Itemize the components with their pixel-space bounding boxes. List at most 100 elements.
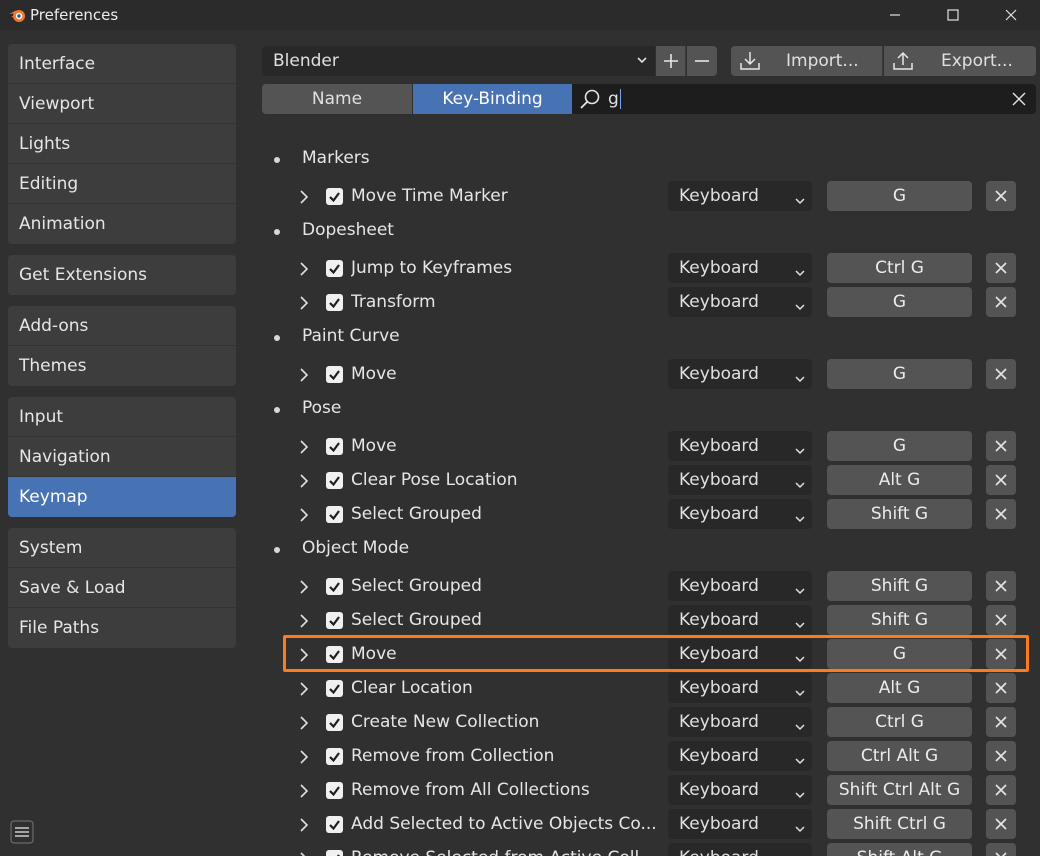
expand-item-button[interactable]: [296, 507, 312, 523]
key-binding-button[interactable]: Shift Ctrl G: [827, 809, 972, 839]
item-enabled-checkbox[interactable]: [326, 366, 343, 383]
expand-item-button[interactable]: [296, 367, 312, 383]
sidebar-item-lights[interactable]: Lights: [8, 124, 236, 164]
remove-item-button[interactable]: [986, 809, 1016, 839]
sidebar-item-editing[interactable]: Editing: [8, 164, 236, 204]
remove-item-button[interactable]: [986, 181, 1016, 211]
input-device-select[interactable]: Keyboard: [668, 253, 812, 283]
sidebar-item-input[interactable]: Input: [8, 397, 236, 437]
item-enabled-checkbox[interactable]: [326, 188, 343, 205]
item-enabled-checkbox[interactable]: [326, 506, 343, 523]
close-window-button[interactable]: [982, 0, 1040, 30]
expand-item-button[interactable]: [296, 473, 312, 489]
expand-item-button[interactable]: [296, 715, 312, 731]
remove-item-button[interactable]: [986, 499, 1016, 529]
input-device-select[interactable]: Keyboard: [668, 431, 812, 461]
input-device-select[interactable]: Keyboard: [668, 181, 812, 211]
item-enabled-checkbox[interactable]: [326, 438, 343, 455]
input-device-select[interactable]: Keyboard: [668, 499, 812, 529]
key-binding-button[interactable]: Ctrl G: [827, 707, 972, 737]
remove-item-button[interactable]: [986, 673, 1016, 703]
sidebar-item-themes[interactable]: Themes: [8, 346, 236, 386]
item-enabled-checkbox[interactable]: [326, 816, 343, 833]
item-enabled-checkbox[interactable]: [326, 782, 343, 799]
key-binding-button[interactable]: Ctrl Alt G: [827, 741, 972, 771]
expand-item-button[interactable]: [296, 295, 312, 311]
expand-item-button[interactable]: [296, 817, 312, 833]
key-binding-button[interactable]: Shift G: [827, 499, 972, 529]
key-binding-button[interactable]: G: [827, 181, 972, 211]
item-enabled-checkbox[interactable]: [326, 260, 343, 277]
input-device-select[interactable]: Keyboard: [668, 707, 812, 737]
expand-item-button[interactable]: [296, 749, 312, 765]
remove-item-button[interactable]: [986, 775, 1016, 805]
expand-item-button[interactable]: [296, 261, 312, 277]
sidebar-item-interface[interactable]: Interface: [8, 44, 236, 84]
item-enabled-checkbox[interactable]: [326, 748, 343, 765]
import-button[interactable]: Import...: [731, 46, 883, 76]
item-enabled-checkbox[interactable]: [326, 612, 343, 629]
key-binding-button[interactable]: G: [827, 639, 972, 669]
remove-item-button[interactable]: [986, 287, 1016, 317]
key-binding-button[interactable]: Alt G: [827, 465, 972, 495]
sidebar-item-save-load[interactable]: Save & Load: [8, 568, 236, 608]
remove-item-button[interactable]: [986, 431, 1016, 461]
add-preset-button[interactable]: [656, 46, 686, 76]
key-binding-button[interactable]: Shift G: [827, 605, 972, 635]
remove-item-button[interactable]: [986, 465, 1016, 495]
preferences-menu-button[interactable]: [10, 820, 34, 844]
sidebar-item-navigation[interactable]: Navigation: [8, 437, 236, 477]
input-device-select[interactable]: Keyboard: [668, 359, 812, 389]
remove-item-button[interactable]: [986, 741, 1016, 771]
expand-item-button[interactable]: [296, 439, 312, 455]
expand-item-button[interactable]: [296, 851, 312, 856]
clear-search-button[interactable]: [1010, 90, 1028, 113]
key-binding-button[interactable]: Shift Alt G: [827, 843, 972, 856]
remove-item-button[interactable]: [986, 605, 1016, 635]
remove-item-button[interactable]: [986, 707, 1016, 737]
search-mode-name-tab[interactable]: Name: [262, 84, 412, 114]
key-binding-button[interactable]: Shift G: [827, 571, 972, 601]
input-device-select[interactable]: Keyboard: [668, 673, 812, 703]
input-device-select[interactable]: Keyboard: [668, 605, 812, 635]
key-binding-button[interactable]: G: [827, 287, 972, 317]
item-enabled-checkbox[interactable]: [326, 646, 343, 663]
remove-item-button[interactable]: [986, 843, 1016, 856]
remove-preset-button[interactable]: [687, 46, 717, 76]
input-device-select[interactable]: Keyboard: [668, 809, 812, 839]
input-device-select[interactable]: Keyboard: [668, 287, 812, 317]
input-device-select[interactable]: Keyboard: [668, 741, 812, 771]
sidebar-item-keymap[interactable]: Keymap: [8, 477, 236, 517]
remove-item-button[interactable]: [986, 359, 1016, 389]
sidebar-item-get-extensions[interactable]: Get Extensions: [8, 255, 236, 295]
keymap-preset-select[interactable]: Blender: [262, 46, 655, 76]
expand-item-button[interactable]: [296, 189, 312, 205]
input-device-select[interactable]: Keyboard: [668, 571, 812, 601]
sidebar-item-viewport[interactable]: Viewport: [8, 84, 236, 124]
search-mode-keybinding-tab[interactable]: Key-Binding: [413, 84, 572, 114]
sidebar-item-animation[interactable]: Animation: [8, 204, 236, 244]
key-binding-button[interactable]: Ctrl G: [827, 253, 972, 283]
remove-item-button[interactable]: [986, 639, 1016, 669]
remove-item-button[interactable]: [986, 253, 1016, 283]
expand-item-button[interactable]: [296, 579, 312, 595]
item-enabled-checkbox[interactable]: [326, 294, 343, 311]
maximize-button[interactable]: [924, 0, 982, 30]
input-device-select[interactable]: Keyboard: [668, 843, 812, 856]
item-enabled-checkbox[interactable]: [326, 680, 343, 697]
remove-item-button[interactable]: [986, 571, 1016, 601]
sidebar-item-file-paths[interactable]: File Paths: [8, 608, 236, 648]
item-enabled-checkbox[interactable]: [326, 850, 343, 856]
input-device-select[interactable]: Keyboard: [668, 465, 812, 495]
export-button[interactable]: Export...: [884, 46, 1036, 76]
sidebar-item-system[interactable]: System: [8, 528, 236, 568]
expand-item-button[interactable]: [296, 647, 312, 663]
key-binding-button[interactable]: Shift Ctrl Alt G: [827, 775, 972, 805]
item-enabled-checkbox[interactable]: [326, 472, 343, 489]
sidebar-item-add-ons[interactable]: Add-ons: [8, 306, 236, 346]
item-enabled-checkbox[interactable]: [326, 578, 343, 595]
key-binding-button[interactable]: G: [827, 431, 972, 461]
expand-item-button[interactable]: [296, 783, 312, 799]
key-binding-button[interactable]: G: [827, 359, 972, 389]
key-binding-button[interactable]: Alt G: [827, 673, 972, 703]
